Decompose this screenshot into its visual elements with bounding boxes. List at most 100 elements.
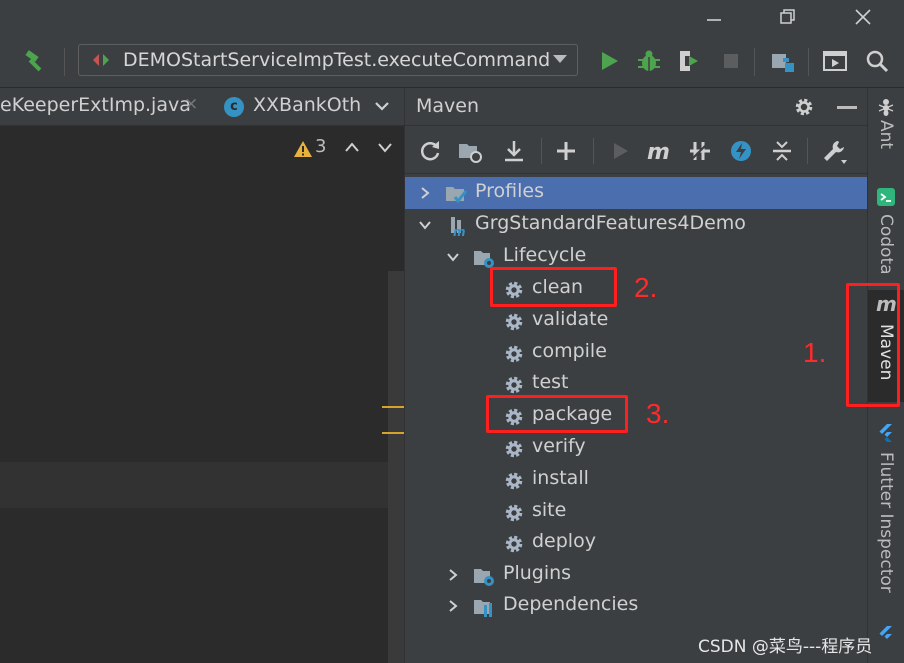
add-icon[interactable] <box>553 138 579 164</box>
chevron-right-icon[interactable] <box>446 568 460 582</box>
chevron-right-icon[interactable] <box>446 599 460 613</box>
chevron-right-icon[interactable] <box>418 186 432 200</box>
toolbar-separator <box>593 138 594 164</box>
minimize-button[interactable] <box>694 2 734 32</box>
tree-item-phase[interactable]: deploy <box>405 527 868 559</box>
run-config-icon <box>93 54 109 66</box>
editor-tab-label[interactable]: XXBankOth <box>253 94 361 116</box>
tree-item-label: deploy <box>532 530 596 552</box>
reload-icon[interactable] <box>417 138 443 164</box>
editor-scrollbar[interactable] <box>388 271 404 663</box>
chevron-down-icon[interactable] <box>372 96 392 116</box>
annotation-box-maven-tab <box>846 283 900 407</box>
tree-item-phase[interactable]: install <box>405 464 868 496</box>
gear-icon <box>505 313 523 331</box>
gear-icon[interactable] <box>793 96 815 118</box>
run-configuration-label: DEMOStartServiceImpTest.executeCommand <box>123 49 551 71</box>
search-button[interactable] <box>864 48 890 74</box>
editor-tab-bar: eKeeperExtImp.java × c XXBankOth <box>0 88 404 126</box>
restore-icon <box>780 9 795 24</box>
presentation-icon <box>823 51 847 71</box>
toolbar-separator <box>541 138 542 164</box>
execute-goal-icon[interactable]: m <box>645 138 671 164</box>
tree-item-label: test <box>532 371 569 393</box>
run-button[interactable] <box>596 48 622 74</box>
wrench-icon[interactable] <box>821 138 847 164</box>
maven-header: Maven <box>405 88 868 126</box>
annotation-number: 3. <box>646 398 670 429</box>
coverage-icon <box>680 51 698 71</box>
presentation-mode-button[interactable] <box>822 48 848 74</box>
tree-item-label: verify <box>532 435 586 457</box>
tree-item-label: validate <box>532 308 609 330</box>
download-icon[interactable] <box>501 138 527 164</box>
svg-text:m: m <box>453 225 466 237</box>
tool-tab-flutter-inspector[interactable]: Flutter Inspector <box>868 422 904 593</box>
chevron-down-icon[interactable] <box>418 218 432 232</box>
tree-item-phase[interactable]: site <box>405 496 868 528</box>
chevron-down-icon[interactable] <box>446 250 460 264</box>
toolbar-separator <box>808 48 809 76</box>
project-structure-icon <box>772 54 794 72</box>
chevron-down-icon[interactable] <box>376 140 394 154</box>
annotation-number: 2. <box>634 272 658 303</box>
run-configuration-select[interactable]: DEMOStartServiceImpTest.executeCommand <box>78 44 578 76</box>
tree-item-phase[interactable]: test <box>405 368 868 400</box>
toggle-offline-icon[interactable] <box>687 138 713 164</box>
tool-tab-label: Flutter Inspector <box>876 452 896 593</box>
chevron-up-icon[interactable] <box>343 140 361 154</box>
tree-item-phase[interactable]: compile <box>405 337 868 369</box>
tree-item-plugins[interactable]: Plugins <box>405 559 868 591</box>
build-button[interactable] <box>22 48 48 74</box>
tree-item-label: Lifecycle <box>503 244 587 266</box>
minimize-icon <box>707 19 721 21</box>
tree-item-dependencies[interactable]: Dependencies <box>405 590 868 622</box>
tab-close-icon[interactable]: × <box>184 94 198 114</box>
tool-tab-label: Ant <box>876 120 896 150</box>
skip-tests-icon[interactable] <box>728 138 754 164</box>
debug-button[interactable] <box>636 48 662 74</box>
project-structure-button[interactable] <box>770 48 796 74</box>
coverage-button[interactable] <box>676 48 702 74</box>
tree-item-phase[interactable]: package <box>405 400 868 432</box>
generate-sources-icon[interactable] <box>457 138 483 164</box>
gear-icon <box>505 504 523 522</box>
run-icon[interactable] <box>607 138 633 164</box>
tool-tab-label: Codota <box>876 214 896 275</box>
gear-icon <box>505 535 523 553</box>
tree-item-profiles[interactable]: Profiles <box>405 177 868 209</box>
toolbar-separator <box>64 48 65 76</box>
run-icon <box>602 52 618 70</box>
restore-button[interactable] <box>768 2 808 32</box>
tree-item-lifecycle[interactable]: Lifecycle <box>405 241 868 273</box>
warning-icon[interactable] <box>293 140 313 158</box>
close-window-button[interactable] <box>843 2 883 32</box>
toolbar-separator <box>754 48 755 76</box>
flutter-icon <box>879 626 892 639</box>
gear-icon <box>505 440 523 458</box>
codota-icon <box>877 188 895 206</box>
tree-item-label: install <box>532 467 589 489</box>
ant-icon <box>878 99 894 116</box>
editor-tab-label[interactable]: eKeeperExtImp.java <box>0 94 191 116</box>
code-editor[interactable]: 3 <box>0 126 404 663</box>
plugins-folder-icon <box>474 569 494 586</box>
stop-icon <box>724 54 738 68</box>
hammer-icon <box>25 50 42 72</box>
maven-panel-title: Maven <box>416 95 480 117</box>
tree-item-project[interactable]: m GrgStandardFeatures4Demo <box>405 209 868 241</box>
stop-button[interactable] <box>718 48 744 74</box>
tree-item-phase[interactable]: validate <box>405 305 868 337</box>
collapse-all-icon[interactable] <box>769 138 795 164</box>
tool-tab-ant[interactable]: Ant <box>868 96 904 170</box>
tree-item-phase[interactable]: verify <box>405 432 868 464</box>
tree-item-label: site <box>532 499 567 521</box>
warning-count[interactable]: 3 <box>315 136 326 157</box>
hide-panel-button[interactable] <box>837 106 857 109</box>
tool-tab-partial[interactable] <box>868 622 904 663</box>
maven-tool-window: Maven m Profiles m GrgStandardFeatures4D… <box>404 88 868 663</box>
class-icon: c <box>224 97 244 117</box>
gear-icon <box>505 472 523 490</box>
tool-tab-codota[interactable]: Codota <box>868 184 904 280</box>
profiles-folder-icon <box>446 187 467 204</box>
